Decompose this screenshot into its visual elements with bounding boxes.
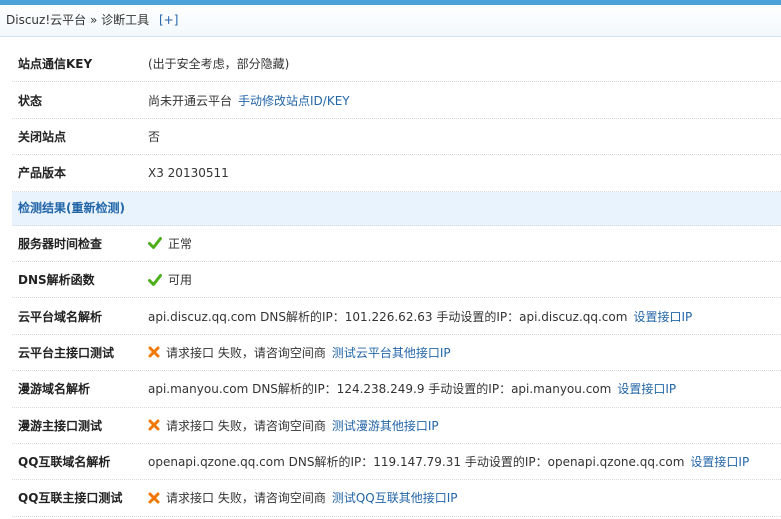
- breadcrumb: Discuz!云平台 » 诊断工具 [+]: [0, 5, 781, 37]
- row-label: 关闭站点: [18, 129, 67, 144]
- check-value-cell: openapi.qzone.qq.com DNS解析的IP：119.147.79…: [148, 453, 781, 470]
- check-value: api.discuz.qq.com DNS解析的IP：101.226.62.63…: [148, 309, 628, 324]
- breadcrumb-text: Discuz!云平台 » 诊断工具: [6, 13, 150, 27]
- check-icon: [148, 237, 162, 250]
- check-value: 可用: [168, 273, 193, 288]
- check-row: 云平台主接口测试 请求接口 失败，请咨询空间商 测试云平台其他接口IP: [12, 335, 781, 372]
- row-label: 产品版本: [18, 166, 67, 181]
- row-value-cell: (出于安全考虑，部分隐藏): [148, 55, 781, 72]
- check-value-cell: 请求接口 失败，请咨询空间商 测试QQ互联其他接口IP: [148, 489, 781, 506]
- row-value-cell: 否: [148, 128, 781, 145]
- edit-site-key-link[interactable]: 手动修改站点ID/KEY: [238, 92, 350, 109]
- check-value-cell: 正常: [148, 235, 781, 252]
- check-value: 正常: [168, 236, 193, 251]
- diagnostic-table: 站点通信KEY (出于安全考虑，部分隐藏) 状态 尚未开通云平台 手动修改站点ID/KE…: [12, 46, 781, 517]
- check-results-header[interactable]: 检测结果(重新检测): [12, 191, 781, 226]
- check-row: 云平台域名解析 api.discuz.qq.com DNS解析的IP：101.22…: [12, 298, 781, 335]
- check-icon: [148, 273, 162, 286]
- check-value-cell: api.discuz.qq.com DNS解析的IP：101.226.62.63…: [148, 308, 781, 325]
- check-label: QQ互联主接口测试: [18, 491, 123, 506]
- check-value-cell: api.manyou.com DNS解析的IP：124.238.249.9 手动…: [148, 380, 781, 397]
- add-shortcut-link[interactable]: [+]: [159, 13, 178, 27]
- check-label: 云平台域名解析: [18, 309, 103, 324]
- cross-icon: [148, 419, 160, 431]
- check-label: 服务器时间检查: [18, 236, 103, 251]
- check-action-link[interactable]: 设置接口IP: [617, 380, 676, 397]
- check-value: api.manyou.com DNS解析的IP：124.238.249.9 手动…: [148, 382, 612, 397]
- row-label: 状态: [18, 93, 43, 108]
- info-row: 站点通信KEY (出于安全考虑，部分隐藏): [12, 46, 781, 83]
- row-value: 否: [148, 129, 161, 144]
- check-action-link[interactable]: 设置接口IP: [633, 308, 692, 325]
- row-value-cell: 尚未开通云平台 手动修改站点ID/KEY: [148, 92, 781, 109]
- check-label: QQ互联域名解析: [18, 455, 111, 470]
- check-row: QQ互联域名解析 openapi.qzone.qq.com DNS解析的IP：11…: [12, 444, 781, 481]
- info-row: 状态 尚未开通云平台 手动修改站点ID/KEY: [12, 82, 781, 119]
- check-action-link[interactable]: 测试漫游其他接口IP: [332, 417, 439, 434]
- info-row: 产品版本 X3 20130511: [12, 155, 781, 192]
- check-value: 请求接口 失败，请咨询空间商: [166, 418, 326, 433]
- check-row: 漫游主接口测试 请求接口 失败，请咨询空间商 测试漫游其他接口IP: [12, 408, 781, 444]
- check-action-link[interactable]: 设置接口IP: [690, 453, 749, 470]
- check-value: 请求接口 失败，请咨询空间商: [166, 345, 326, 360]
- check-value-cell: 请求接口 失败，请咨询空间商 测试云平台其他接口IP: [148, 344, 781, 361]
- check-label: DNS解析函数: [18, 273, 95, 288]
- check-value-cell: 可用: [148, 271, 781, 288]
- check-row: 漫游域名解析 api.manyou.com DNS解析的IP：124.238.24…: [12, 371, 781, 408]
- row-value: X3 20130511: [148, 165, 229, 180]
- row-value: 尚未开通云平台: [148, 93, 233, 108]
- row-value-cell: X3 20130511: [148, 166, 781, 180]
- check-label: 漫游主接口测试: [18, 418, 103, 433]
- check-row: 服务器时间检查 正常: [12, 226, 781, 262]
- row-value: (出于安全考虑，部分隐藏): [148, 57, 290, 72]
- check-row: QQ互联主接口测试 请求接口 失败，请咨询空间商 测试QQ互联其他接口IP: [12, 480, 781, 517]
- cross-icon: [148, 492, 160, 504]
- cross-icon: [148, 346, 160, 358]
- check-value: openapi.qzone.qq.com DNS解析的IP：119.147.79…: [148, 455, 685, 470]
- check-action-link[interactable]: 测试云平台其他接口IP: [332, 344, 451, 361]
- check-value: 请求接口 失败，请咨询空间商: [166, 491, 326, 506]
- info-row: 关闭站点 否: [12, 119, 781, 156]
- check-label: 云平台主接口测试: [18, 345, 115, 360]
- check-action-link[interactable]: 测试QQ互联其他接口IP: [332, 489, 458, 506]
- row-label: 站点通信KEY: [18, 57, 93, 72]
- check-row: DNS解析函数 可用: [12, 262, 781, 299]
- check-label: 漫游域名解析: [18, 382, 91, 397]
- check-value-cell: 请求接口 失败，请咨询空间商 测试漫游其他接口IP: [148, 417, 781, 434]
